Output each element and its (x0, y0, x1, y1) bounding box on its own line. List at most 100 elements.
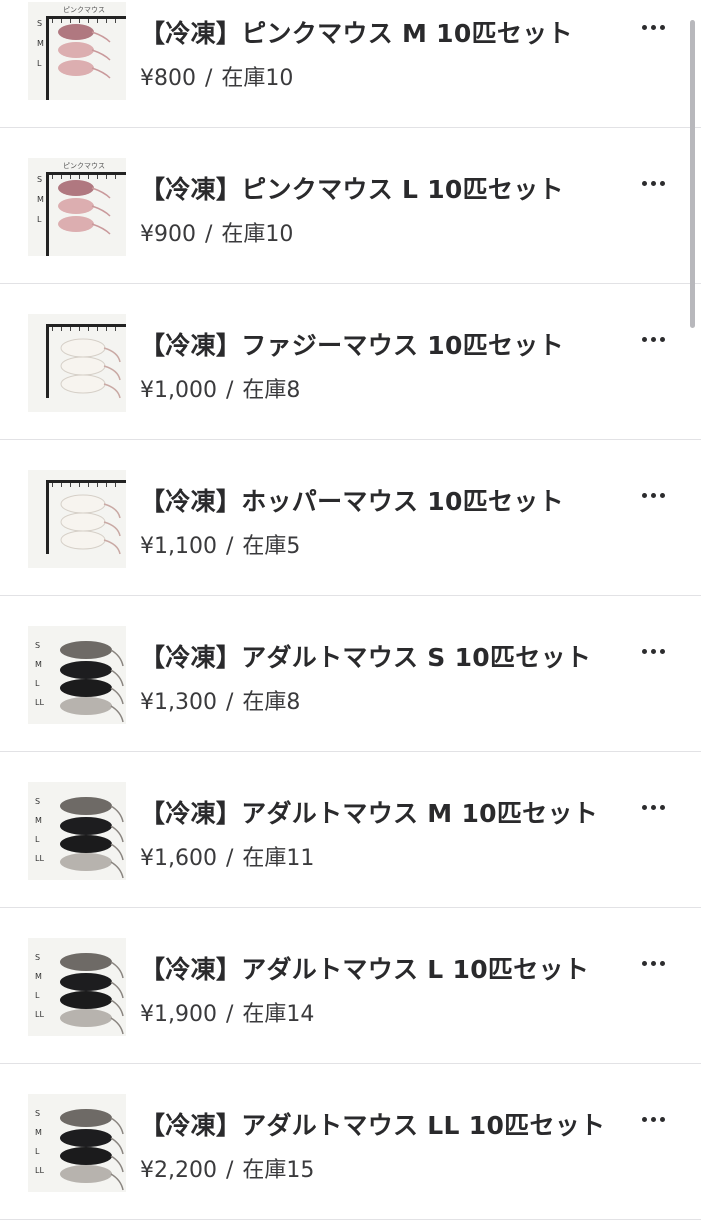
more-dot (641, 180, 647, 186)
product-row[interactable]: ピンクマウス S M L 【冷凍】ピンクマウス M 10匹セット ¥800 / 在庫10 (0, 0, 701, 128)
product-row[interactable]: S M L LL 【冷凍】アダルトマウス S 10匹セット ¥1,300 / 在庫8 (0, 596, 701, 752)
product-thumbnail[interactable]: S M L LL (28, 938, 126, 1036)
product-title[interactable]: 【冷凍】アダルトマウス M 10匹セット (140, 794, 598, 830)
thumb-caption: ピンクマウス (63, 162, 105, 170)
product-row[interactable]: S M L LL 【冷凍】アダルトマウス L 10匹セット ¥1,900/在庫14 (0, 908, 701, 1064)
product-price: ¥1,300 (140, 690, 217, 715)
more-dot (650, 492, 656, 498)
product-thumbnail[interactable]: S M L LL (28, 782, 126, 880)
product-title[interactable]: 【冷凍】ファジーマウス 10匹セット (140, 326, 564, 362)
more-horizontal-icon[interactable] (630, 792, 676, 822)
thumb-size-label: L (37, 215, 42, 224)
product-price: ¥2,200 (140, 1158, 217, 1183)
meta-separator: / (225, 846, 234, 871)
product-meta: ¥800 / 在庫10 (140, 60, 293, 92)
product-thumbnail[interactable]: S M L LL (28, 1094, 126, 1192)
thumb-size-label: S (37, 175, 42, 184)
more-horizontal-icon[interactable] (630, 480, 676, 510)
more-dot (641, 336, 647, 342)
thumb-size-label: M (37, 39, 44, 48)
product-title[interactable]: 【冷凍】ピンクマウス M 10匹セット (140, 14, 573, 50)
thumb-size-label: S (37, 19, 42, 28)
thumb-size-label: LL (35, 1166, 44, 1175)
product-title[interactable]: 【冷凍】アダルトマウス S 10匹セット (140, 638, 591, 674)
product-row[interactable]: 【冷凍】ファジーマウス 10匹セット ¥1,000 / 在庫8 (0, 284, 701, 440)
product-title[interactable]: 【冷凍】ピンクマウス L 10匹セット (140, 170, 564, 206)
product-row[interactable]: S M L LL 【冷凍】アダルトマウス LL 10匹セット ¥2,200/在庫15 (0, 1064, 701, 1220)
product-price: ¥1,000 (140, 378, 217, 403)
thumb-size-label: S (35, 1109, 40, 1118)
product-price: ¥1,600 (140, 846, 217, 871)
product-row[interactable]: ピンクマウス S M L 【冷凍】ピンクマウス L 10匹セット ¥900 / 在庫10 (0, 128, 701, 284)
more-horizontal-icon[interactable] (630, 1104, 676, 1134)
product-row[interactable]: 【冷凍】ホッパーマウス 10匹セット ¥1,100 / 在庫5 (0, 440, 701, 596)
meta-separator: / (205, 66, 213, 91)
product-row[interactable]: S M L LL 【冷凍】アダルトマウス M 10匹セット ¥1,600/在庫11 (0, 752, 701, 908)
product-stock: 在庫15 (242, 1158, 315, 1183)
product-price: ¥900 (140, 222, 196, 247)
thumb-size-label: S (35, 641, 40, 650)
more-dot (641, 492, 647, 498)
more-dot (659, 1116, 665, 1122)
product-stock: 在庫14 (242, 1002, 315, 1027)
thumb-size-label: M (35, 816, 42, 825)
meta-separator: / (225, 690, 234, 715)
product-stock: 在庫5 (242, 534, 301, 559)
more-dot (650, 960, 656, 966)
thumb-size-label: M (37, 195, 44, 204)
product-list: ピンクマウス S M L 【冷凍】ピンクマウス M 10匹セット ¥800/在庫10 ピンク… (0, 0, 701, 1220)
product-title[interactable]: 【冷凍】ホッパーマウス 10匹セット (140, 482, 564, 518)
thumb-size-label: LL (35, 698, 44, 707)
more-dot (659, 24, 665, 30)
product-title[interactable]: 【冷凍】アダルトマウス LL 10匹セット (140, 1106, 605, 1142)
thumb-size-label: S (35, 797, 40, 806)
more-dot (650, 804, 656, 810)
thumb-size-label: L (35, 835, 40, 844)
more-dot (650, 648, 656, 654)
product-stock: 在庫11 (242, 846, 315, 871)
more-dot (641, 648, 647, 654)
product-price: ¥1,100 (140, 534, 217, 559)
product-meta: ¥1,000 / 在庫8 (140, 372, 300, 404)
product-meta: ¥900 / 在庫10 (140, 216, 293, 248)
more-dot (659, 648, 665, 654)
thumb-size-label: S (35, 953, 40, 962)
product-meta: ¥1,300 / 在庫8 (140, 684, 300, 716)
meta-separator: / (205, 222, 213, 247)
more-dot (641, 804, 647, 810)
more-dot (641, 24, 647, 30)
product-price: ¥800 (140, 66, 196, 91)
meta-separator: / (225, 1002, 234, 1027)
thumb-size-label: L (35, 1147, 40, 1156)
product-meta: ¥1,900 / 在庫14 (140, 996, 314, 1028)
meta-separator: / (225, 378, 234, 403)
more-dot (650, 1116, 656, 1122)
product-meta: ¥2,200 / 在庫15 (140, 1152, 314, 1184)
more-dot (650, 180, 656, 186)
product-stock: 在庫8 (242, 690, 301, 715)
more-dot (650, 24, 656, 30)
more-dot (650, 336, 656, 342)
thumb-caption: ピンクマウス (63, 6, 105, 14)
more-horizontal-icon[interactable] (630, 324, 676, 354)
more-horizontal-icon[interactable] (630, 948, 676, 978)
product-thumbnail[interactable] (28, 314, 126, 412)
product-thumbnail[interactable]: S M L LL (28, 626, 126, 724)
thumb-size-label: L (35, 991, 40, 1000)
product-thumbnail[interactable] (28, 470, 126, 568)
thumb-size-label: L (37, 59, 42, 68)
thumb-size-label: LL (35, 1010, 44, 1019)
more-dot (659, 180, 665, 186)
more-horizontal-icon[interactable] (630, 168, 676, 198)
product-thumbnail[interactable]: ピンクマウス S M L (28, 158, 126, 256)
more-horizontal-icon[interactable] (630, 636, 676, 666)
scrollbar[interactable] (690, 20, 695, 328)
thumb-size-label: M (35, 972, 42, 981)
more-horizontal-icon[interactable] (630, 12, 676, 42)
more-dot (659, 804, 665, 810)
product-title[interactable]: 【冷凍】アダルトマウス L 10匹セット (140, 950, 589, 986)
more-dot (641, 1116, 647, 1122)
product-thumbnail[interactable]: ピンクマウス S M L (28, 2, 126, 100)
product-price: ¥1,900 (140, 1002, 217, 1027)
meta-separator: / (225, 534, 234, 559)
